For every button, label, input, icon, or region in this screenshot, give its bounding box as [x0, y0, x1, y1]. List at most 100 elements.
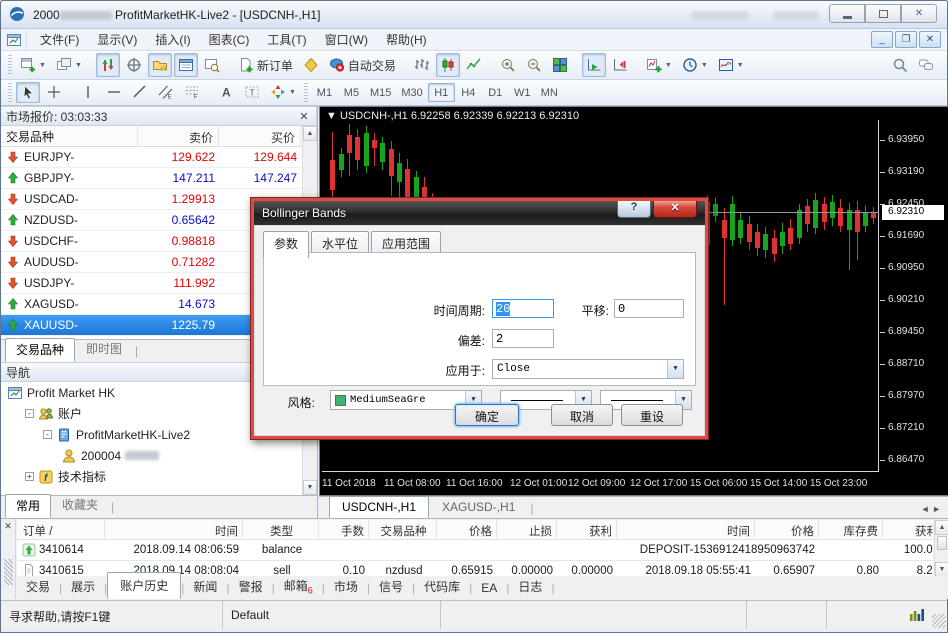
chat-button[interactable]: [914, 53, 938, 77]
equidistant-channel-button[interactable]: E: [154, 82, 178, 103]
trendline-button[interactable]: [128, 82, 152, 103]
vertical-line-button[interactable]: [76, 82, 100, 103]
tab-symbols[interactable]: 交易品种: [5, 338, 75, 362]
tile-windows-button[interactable]: [548, 53, 572, 77]
text-label-button[interactable]: T: [240, 82, 264, 103]
terminal-tab-0[interactable]: 交易: [17, 575, 59, 598]
tab-tick-chart[interactable]: 即时图: [75, 337, 133, 361]
chevron-down-icon[interactable]: ▼: [667, 360, 683, 378]
chart-tab-usdcnh[interactable]: USDCNH-,H1: [329, 496, 429, 518]
restore-button[interactable]: [865, 4, 901, 23]
column-header[interactable]: 交易品种: [371, 520, 437, 540]
menu-item-2[interactable]: 插入(I): [146, 31, 199, 49]
dialog-help-button[interactable]: ?: [617, 201, 651, 218]
arrows-button[interactable]: ▼: [266, 82, 300, 103]
menu-item-5[interactable]: 窗口(W): [316, 31, 377, 49]
menu-item-4[interactable]: 工具(T): [258, 31, 315, 49]
column-header[interactable]: 价格: [439, 520, 497, 540]
timeframe-m30-button[interactable]: M30: [396, 83, 427, 102]
account-history-header-row[interactable]: 订单 /时间类型手数交易品种价格止损获利时间价格库存费获利: [17, 520, 933, 540]
status-profile[interactable]: Default: [223, 601, 441, 629]
column-header[interactable]: 止损: [499, 520, 557, 540]
tree-expander-icon[interactable]: -: [43, 430, 52, 439]
child-minimize-button[interactable]: _: [871, 31, 893, 48]
market-watch-button[interactable]: [96, 53, 120, 77]
cancel-button[interactable]: 取消: [551, 404, 613, 426]
terminal-tab-ea[interactable]: EA: [472, 578, 506, 598]
terminal-scrollbar[interactable]: ▲ ▼: [934, 520, 948, 577]
ok-button[interactable]: 确定: [455, 404, 519, 426]
terminal-grip[interactable]: ✕: [1, 519, 16, 599]
tab-common[interactable]: 常用: [5, 494, 51, 518]
cursor-button[interactable]: [16, 82, 40, 103]
terminal-tab-5[interactable]: 邮箱6: [275, 574, 322, 598]
periods-button[interactable]: ▼: [678, 53, 712, 77]
scroll-down-icon[interactable]: ▼: [935, 562, 948, 577]
zoom-in-button[interactable]: [496, 53, 520, 77]
terminal-tab-4[interactable]: 警报: [230, 575, 272, 598]
scroll-up-icon[interactable]: ▲: [303, 126, 317, 141]
market-watch-column-headers[interactable]: 交易品种 卖价 买价: [1, 126, 317, 147]
indicators-button[interactable]: ▼: [642, 53, 676, 77]
dialog-tab-parameters[interactable]: 参数: [263, 231, 309, 258]
new-order-button[interactable]: 新订单: [234, 53, 297, 77]
search-button[interactable]: [888, 53, 912, 77]
child-close-button[interactable]: ✕: [919, 31, 941, 48]
line-chart-button[interactable]: [462, 53, 486, 77]
table-row[interactable]: 34106142018.09.14 08:06:59balance100.00D…: [17, 540, 933, 561]
deviation-input[interactable]: 2: [492, 329, 554, 348]
scroll-down-icon[interactable]: ▼: [303, 480, 317, 495]
chart-system-menu-icon[interactable]: [1, 30, 27, 50]
templates-button[interactable]: ▼: [714, 53, 748, 77]
tree-node[interactable]: +f技术指标: [1, 466, 302, 487]
menu-item-3[interactable]: 图表(C): [200, 31, 259, 49]
column-header[interactable]: 获利: [885, 520, 933, 540]
title-bar[interactable]: 2000 ProfitMarketHK-Live2 - [USDCNH-,H1]…: [1, 1, 947, 29]
terminal-close-icon[interactable]: ✕: [1, 519, 15, 532]
chart-tab-scroll-arrows[interactable]: ◄ ►: [921, 504, 941, 518]
dialog-title-bar[interactable]: Bollinger Bands ? ✕: [254, 201, 705, 225]
zoom-out-button[interactable]: [522, 53, 546, 77]
market-watch-row[interactable]: EURJPY-129.622129.644: [1, 147, 317, 168]
crosshair-button[interactable]: [42, 82, 66, 103]
timeframe-m15-button[interactable]: M15: [365, 83, 396, 102]
minimize-button[interactable]: [829, 4, 865, 23]
candlestick-chart-button[interactable]: [436, 53, 460, 77]
column-header[interactable]: 类型: [245, 520, 319, 540]
profiles-button[interactable]: ▼: [52, 53, 86, 77]
reset-button[interactable]: 重设: [621, 404, 683, 426]
market-watch-header[interactable]: 市场报价: 03:03:33 ✕: [1, 106, 317, 126]
horizontal-line-button[interactable]: [102, 82, 126, 103]
auto-scroll-button[interactable]: [582, 53, 606, 77]
new-chart-button[interactable]: ▼: [16, 53, 50, 77]
strategy-tester-button[interactable]: [200, 53, 224, 77]
terminal-tab-2[interactable]: 账户历史: [107, 572, 181, 599]
timeframe-m5-button[interactable]: M5: [338, 83, 365, 102]
shift-input[interactable]: 0: [614, 299, 684, 318]
data-window-button[interactable]: [122, 53, 146, 77]
terminal-tab-7[interactable]: 信号: [370, 575, 412, 598]
menu-item-1[interactable]: 显示(V): [88, 31, 146, 49]
apply-to-select[interactable]: Close ▼: [492, 359, 684, 379]
timeframe-mn-button[interactable]: MN: [536, 83, 563, 102]
terminal-tab-3[interactable]: 新闻: [184, 575, 226, 598]
timeframe-h1-button[interactable]: H1: [428, 83, 455, 102]
tree-expander-icon[interactable]: +: [25, 472, 34, 481]
market-watch-close-icon[interactable]: ✕: [297, 110, 311, 123]
timeframe-m1-button[interactable]: M1: [311, 83, 338, 102]
dialog-close-button[interactable]: ✕: [653, 201, 697, 218]
bar-chart-button[interactable]: [410, 53, 434, 77]
chart-shift-button[interactable]: [608, 53, 632, 77]
tree-expander-icon[interactable]: -: [25, 409, 34, 418]
chart-price-axis[interactable]: 6.939506.931906.924506.916906.909506.902…: [880, 120, 948, 472]
column-header[interactable]: 价格: [757, 520, 819, 540]
close-button[interactable]: ✕: [901, 4, 937, 23]
navigator-button[interactable]: [148, 53, 172, 77]
menu-item-0[interactable]: 文件(F): [31, 31, 88, 49]
column-header[interactable]: 获利: [559, 520, 617, 540]
child-restore-button[interactable]: ❐: [895, 31, 917, 48]
timeframe-w1-button[interactable]: W1: [509, 83, 536, 102]
column-header[interactable]: 手数: [321, 520, 369, 540]
scroll-up-icon[interactable]: ▲: [935, 520, 948, 535]
column-header[interactable]: 时间: [619, 520, 755, 540]
